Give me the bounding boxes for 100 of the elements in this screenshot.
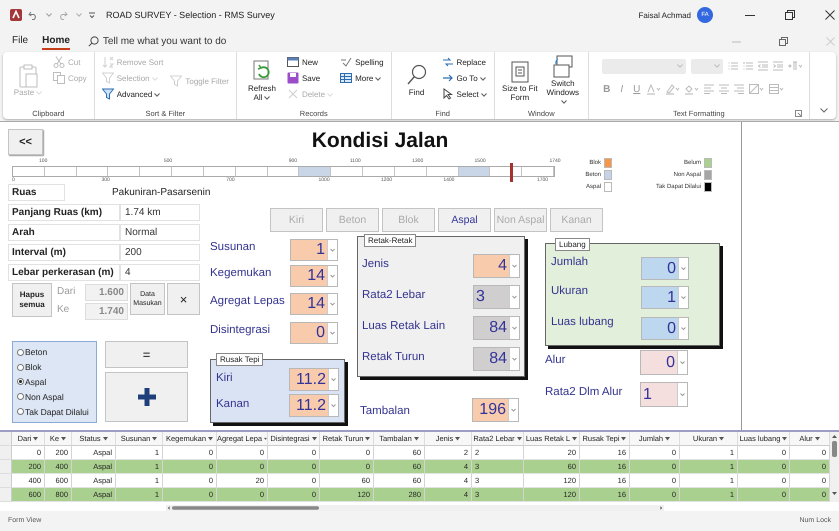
text-field[interactable]: 200 [120,244,200,261]
ribbon-button[interactable]: Advanced [102,87,164,101]
dropdown-field[interactable]: 11.2 [289,368,339,391]
outdent-icon[interactable] [758,61,768,71]
paragraph-direction-icon[interactable] [788,61,802,71]
numbered-list-icon[interactable] [742,61,753,71]
radio-label: Beton [25,347,48,358]
ribbon-button[interactable]: More [340,71,384,85]
redo-icon[interactable] [58,10,68,20]
dropdown-arrow-icon [264,436,267,440]
align-center-icon[interactable] [718,84,729,94]
search-field[interactable]: Tell me what you want to do [102,36,303,46]
radio-button[interactable] [17,393,24,400]
vertical-scrollbar[interactable] [830,432,839,502]
close-button[interactable] [825,10,835,20]
ribbon-button[interactable]: Switch Windows [544,55,581,107]
add-button[interactable] [105,372,188,422]
table-plus-icon [286,56,299,68]
dropdown-field[interactable]: 1 [640,382,688,407]
highlight-icon[interactable] [666,84,680,94]
menu-tab[interactable]: File [12,32,28,50]
font-size-combo[interactable] [690,58,723,74]
dropdown-field[interactable]: 11.2 [289,394,339,417]
ribbon-button[interactable]: Save [286,71,334,85]
delete-all-button[interactable]: Hapus semua [12,283,52,317]
filter-icon [102,88,114,100]
row-selector[interactable] [0,446,12,460]
radio-button[interactable] [17,378,24,386]
ribbon-button[interactable]: Replace [442,55,487,69]
row-selector[interactable] [0,488,12,502]
clipboard-icon [17,64,39,88]
dropdown-field[interactable]: 1 [290,239,338,261]
dropdown-field[interactable]: 0 [640,350,688,375]
dropdown-field[interactable]: 4 [473,254,520,278]
dropdown-field[interactable]: 84 [473,347,520,371]
back-button[interactable]: << [8,129,43,155]
text-field[interactable]: 1.74 km [120,204,200,221]
dropdown-arrow-icon [782,436,788,440]
equals-button[interactable]: = [105,341,188,368]
text-field[interactable]: 4 [120,264,200,281]
ribbon-button[interactable]: Find [398,64,435,98]
dropdown-field[interactable]: 0 [641,317,689,340]
dropdown-arrow-icon [665,436,670,440]
dropdown-field[interactable]: 196 [472,398,519,422]
align-left-icon[interactable] [704,84,714,94]
dropdown-field[interactable]: 14 [290,293,338,315]
cross-icon [286,88,299,100]
align-right-icon[interactable] [734,84,744,94]
field-label: Ukuran [551,285,588,297]
arrow-icon [442,72,454,84]
menu-tab[interactable]: Home [42,32,70,50]
row-color-icon[interactable] [768,84,784,94]
radio-button[interactable] [17,364,24,371]
text-field[interactable]: Normal [120,224,200,241]
dropdown-field[interactable]: 1 [641,286,689,309]
fill-color-icon[interactable] [684,84,699,94]
radio-button[interactable] [17,348,24,356]
field-label: Panjang Ruas (km) [8,204,120,221]
bullet-list-icon[interactable] [728,61,738,71]
caret-icon [36,91,42,96]
collapse-ribbon-icon[interactable] [820,108,828,113]
field-label: Kiri [216,372,233,384]
restore-button[interactable] [785,10,795,20]
ribbon-button[interactable]: Size to Fit Form [502,60,538,102]
field-label: Rata2 Lebar [362,289,426,301]
undo-icon[interactable] [28,10,38,20]
caret-icon [480,92,487,96]
surface-button[interactable]: Aspal [438,208,491,232]
clear-button[interactable]: × [167,283,200,315]
ribbon-button[interactable]: Select [442,87,487,101]
caret-icon [375,76,382,80]
ribbon-button[interactable]: Refresh All [244,60,280,102]
font-name-combo[interactable] [602,58,686,74]
dropdown-field[interactable]: 84 [473,316,520,340]
row-selector[interactable] [0,460,12,474]
dropdown-field[interactable]: 0 [290,322,338,344]
replace-icon [442,56,454,68]
field-label: Disintegrasi [210,324,270,336]
dropdown-field[interactable]: 3 [473,285,520,309]
row-selector[interactable] [0,474,12,488]
field-label: Alur [545,354,566,366]
field-label: Agregat Lepas [210,295,285,307]
ribbon-button[interactable]: Spelling [340,55,384,69]
restore-button[interactable] [779,36,788,46]
ribbon-button[interactable]: Go To [442,71,487,85]
select-all-button[interactable] [0,432,12,446]
field-label: Interval (m) [8,244,120,261]
gridlines-icon[interactable] [748,84,764,94]
dropdown-field[interactable]: 14 [290,265,338,287]
indent-icon[interactable] [772,61,783,71]
font-color-icon[interactable] [646,84,661,94]
dropdown-arrow-icon [719,436,724,440]
field-label: Luas lubang [551,316,614,328]
search-icon [88,36,99,46]
customize-icon[interactable] [88,11,96,19]
cursor-icon [442,88,454,100]
dropdown-field[interactable]: 0 [641,257,689,280]
radio-button[interactable] [17,408,24,416]
dialog-launcher-icon[interactable] [794,110,802,117]
ribbon-button[interactable]: New [286,55,334,69]
